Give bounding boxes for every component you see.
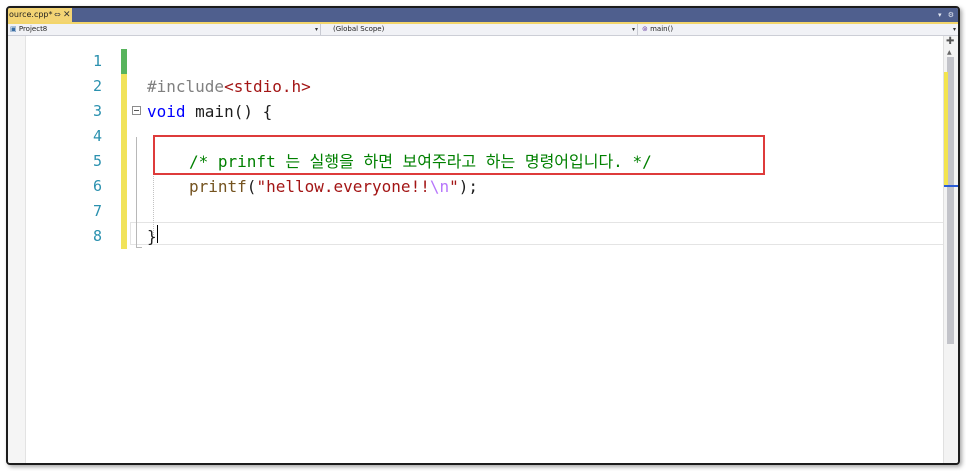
code-line-3[interactable]: 3 void main() { [26,99,942,124]
annotation-highlight-box [153,135,765,175]
code-editor-window: ource.cpp* ⇔ ✕ ▾ ⚙ ▣ Project8 ▾ (Global … [6,6,960,465]
keyword: void [147,102,186,121]
navigation-bar: ▣ Project8 ▾ (Global Scope) ▾ ⊚ main() ▾ [8,24,958,36]
function-dropdown[interactable]: ⊚ main() ▾ [638,24,958,35]
scrollbar-change-marker [944,72,948,185]
fold-guide-line [136,137,137,247]
tab-source-cpp[interactable]: ource.cpp* ⇔ ✕ [8,8,72,22]
scroll-up-icon[interactable]: ▲ [947,49,952,56]
code-text: void main() { [147,99,272,124]
change-indicator [121,74,127,99]
change-indicator [121,149,127,174]
project-dropdown[interactable]: ▣ Project8 ▾ [8,24,321,35]
change-indicator [121,199,127,224]
function-label: main() [650,25,674,33]
change-indicator [121,224,127,249]
code-line-8[interactable]: 8 } [26,224,942,249]
escape-sequence: \n [429,177,450,196]
line-number: 3 [92,102,102,120]
code-editor[interactable]: 1 2 #include<stdio.h> 3 void main() { 4 … [26,36,944,463]
gear-icon[interactable]: ⚙ [948,11,954,19]
change-indicator [121,49,127,74]
code-text: printf("hellow.everyone!!\n"); [189,174,478,199]
string-literal: " [449,177,459,196]
line-number: 7 [92,202,102,220]
code-fragment: ); [458,177,478,196]
project-label: Project8 [18,25,48,33]
tab-bar-controls: ▾ ⚙ [934,8,954,22]
change-indicator [121,99,127,124]
close-icon[interactable]: ✕ [63,8,71,22]
code-line-6[interactable]: 6 printf("hellow.everyone!!\n"); [26,174,942,199]
closing-brace: } [147,227,157,246]
vertical-scrollbar[interactable]: ✚ ▲ [943,36,958,463]
preprocessor-directive: #include [147,77,225,96]
text-caret [157,225,158,243]
code-fragment: ( [246,177,257,196]
chevron-down-icon: ▾ [314,26,318,33]
line-number: 1 [92,52,102,70]
chevron-down-icon[interactable]: ▾ [938,11,942,19]
code-line-2[interactable]: 2 #include<stdio.h> [26,74,942,99]
tab-title: ource.cpp* [9,10,53,19]
code-line-1[interactable]: 1 [26,49,942,74]
scrollbar-thumb[interactable] [947,57,954,344]
project-icon: ▣ [10,25,17,33]
line-number: 5 [92,152,102,170]
code-text: #include<stdio.h> [147,74,311,99]
fold-guide-end [136,247,142,248]
chevron-down-icon: ▾ [952,26,956,33]
function-icon: ⊚ [642,25,648,33]
code-text: } [147,224,157,249]
line-number: 2 [92,77,102,95]
line-number: 8 [92,227,102,245]
chevron-down-icon: ▾ [631,26,635,33]
code-fragment: main() { [185,102,273,121]
glyph-margin[interactable] [8,36,26,463]
collapse-icon[interactable] [132,106,141,115]
include-header: <stdio.h> [224,77,311,96]
line-number: 6 [92,177,102,195]
string-literal: "hellow.everyone!! [256,177,430,196]
scope-label: (Global Scope) [333,25,385,33]
line-number: 4 [92,127,102,145]
scrollbar-caret-marker [944,185,958,187]
document-tab-bar: ource.cpp* ⇔ ✕ ▾ ⚙ [8,8,958,24]
function-call: printf [189,177,247,196]
change-indicator [121,124,127,149]
pin-icon[interactable]: ⇔ [54,8,61,22]
scope-dropdown[interactable]: (Global Scope) ▾ [321,24,638,35]
code-line-7[interactable]: 7 [26,199,942,224]
change-indicator [121,174,127,199]
split-window-icon[interactable]: ✚ [946,37,954,47]
